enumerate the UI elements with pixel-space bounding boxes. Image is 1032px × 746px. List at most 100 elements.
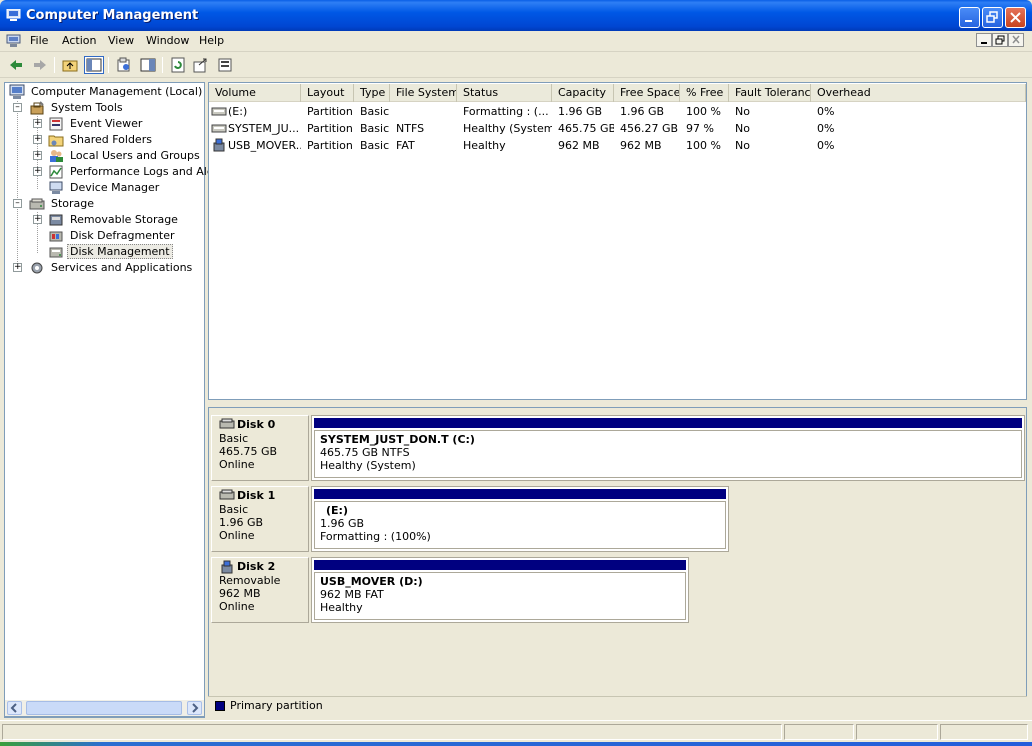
menu-action[interactable]: Action [62, 34, 96, 47]
cell-fault: No [735, 122, 750, 135]
status-cell [2, 724, 782, 740]
volume-name: USB_MOVER (D:) [320, 575, 423, 588]
table-row[interactable]: SYSTEM_JU... Partition Basic NTFS Healthy (S… [209, 120, 1026, 137]
minimize-icon [965, 20, 972, 22]
disk-management-icon [49, 247, 63, 258]
tree-horizontal-scrollbar[interactable] [4, 700, 205, 717]
disk-name: Disk 1 [237, 489, 276, 502]
hard-disk-icon [219, 489, 235, 500]
scroll-right-button[interactable] [187, 701, 202, 715]
chevron-left-icon [10, 703, 17, 713]
scroll-thumb[interactable] [26, 701, 182, 715]
disk-row[interactable]: Disk 2 Removable 962 MB Online USB_MOVER… [211, 557, 1024, 623]
column-header[interactable]: Layout [301, 84, 354, 102]
column-header[interactable]: Overhead [811, 84, 1026, 102]
volume-status: Healthy (System) [320, 459, 416, 472]
help-icon [218, 58, 232, 72]
minimize-button[interactable] [959, 7, 980, 28]
collapse-toggle[interactable]: – [13, 103, 22, 112]
expand-toggle[interactable]: + [33, 215, 42, 224]
volume-block[interactable]: SYSTEM_JUST_DON.T (C:) 465.75 GB NTFS He… [311, 415, 1025, 481]
shared-folder-icon [48, 135, 64, 147]
removable-volume-icon [213, 138, 225, 152]
system-menu-icon[interactable] [6, 34, 21, 48]
disk-size: 1.96 GB [219, 516, 264, 529]
status-cell [856, 724, 938, 740]
disk-info[interactable]: Disk 0 Basic 465.75 GB Online [211, 415, 309, 481]
tree-label: Disk Management [67, 244, 173, 259]
back-button[interactable] [6, 56, 26, 74]
child-close-button[interactable] [1008, 33, 1024, 47]
disk-info[interactable]: Disk 2 Removable 962 MB Online [211, 557, 309, 623]
refresh-button[interactable] [168, 56, 188, 74]
column-header[interactable]: Type [354, 84, 390, 102]
export-list-button[interactable] [191, 56, 211, 74]
cell-overhead: 0% [817, 139, 835, 152]
volume-status: Healthy [320, 601, 363, 614]
table-row[interactable]: USB_MOVER... Partition Basic FAT Healthy 962 … [209, 137, 1026, 154]
menu-help[interactable]: Help [199, 34, 224, 47]
volume-block[interactable]: (E:) 1.96 GB Formatting : (100%) [311, 486, 729, 552]
column-header[interactable]: Volume [209, 84, 301, 102]
menu-window[interactable]: Window [146, 34, 189, 47]
primary-partition-bar [314, 418, 1022, 428]
volume-block[interactable]: USB_MOVER (D:) 962 MB FAT Healthy [311, 557, 689, 623]
show-hide-console-tree-button[interactable] [84, 56, 104, 74]
performance-icon [49, 165, 63, 179]
restore-button[interactable] [982, 7, 1003, 28]
tree-label: Device Manager [70, 181, 160, 194]
column-header[interactable]: Status [457, 84, 552, 102]
expand-toggle[interactable]: + [33, 151, 42, 160]
expand-toggle[interactable]: + [33, 167, 42, 176]
menu-view[interactable]: View [108, 34, 134, 47]
status-cell [784, 724, 854, 740]
expand-toggle[interactable]: + [33, 135, 42, 144]
pane-splitter[interactable] [208, 400, 1027, 407]
child-minimize-button[interactable] [976, 33, 992, 47]
column-header[interactable]: File System [390, 84, 457, 102]
forward-button[interactable] [30, 56, 50, 74]
window-title: Computer Management [26, 8, 199, 23]
disk-state: Online [219, 529, 255, 542]
tree-label: Storage [51, 197, 95, 210]
cell-capacity: 962 MB [558, 139, 600, 152]
console-tree-icon [86, 58, 102, 72]
disk-info[interactable]: Disk 1 Basic 1.96 GB Online [211, 486, 309, 552]
scroll-left-button[interactable] [7, 701, 22, 715]
tree-label: Shared Folders [70, 133, 152, 146]
expand-toggle[interactable]: + [33, 119, 42, 128]
expand-toggle[interactable]: + [13, 263, 22, 272]
menu-bar: File Action View Window Help [0, 31, 1032, 52]
menu-file[interactable]: File [30, 34, 48, 47]
child-restore-button[interactable] [992, 33, 1008, 47]
collapse-toggle[interactable]: – [13, 199, 22, 208]
table-row[interactable]: (E:) Partition Basic Formatting : (... 1.96 … [209, 103, 1026, 120]
column-header[interactable]: Capacity [552, 84, 614, 102]
cell-fs [390, 103, 457, 120]
restore-icon [995, 35, 1005, 45]
cell-layout: Partition [307, 105, 353, 118]
services-icon [31, 262, 43, 274]
disk-size: 962 MB [219, 587, 261, 600]
computer-icon [9, 84, 25, 99]
show-hide-action-pane-button[interactable] [138, 56, 158, 74]
disk-state: Online [219, 600, 255, 613]
column-header[interactable]: Free Space [614, 84, 680, 102]
close-button[interactable] [1005, 7, 1026, 28]
column-header[interactable]: % Free [680, 84, 729, 102]
cell-fs: FAT [396, 139, 415, 152]
disk-row[interactable]: Disk 0 Basic 465.75 GB Online SYSTEM_JUS… [211, 415, 1025, 481]
properties-button[interactable] [114, 56, 134, 74]
defragmenter-icon [49, 231, 63, 242]
disk-type: Removable [219, 574, 281, 587]
help-button[interactable] [215, 56, 235, 74]
tree-label: Disk Defragmenter [70, 229, 175, 242]
up-one-level-button[interactable] [60, 56, 80, 74]
close-icon [1010, 12, 1021, 23]
cell-free: 962 MB [620, 139, 662, 152]
legend-label: Primary partition [230, 699, 323, 712]
disk-row[interactable]: Disk 1 Basic 1.96 GB Online (E:) 1.96 GB… [211, 486, 1024, 552]
toolbar [0, 53, 1032, 78]
column-header[interactable]: Fault Tolerance [729, 84, 811, 102]
title-bar[interactable]: Computer Management [0, 0, 1032, 31]
